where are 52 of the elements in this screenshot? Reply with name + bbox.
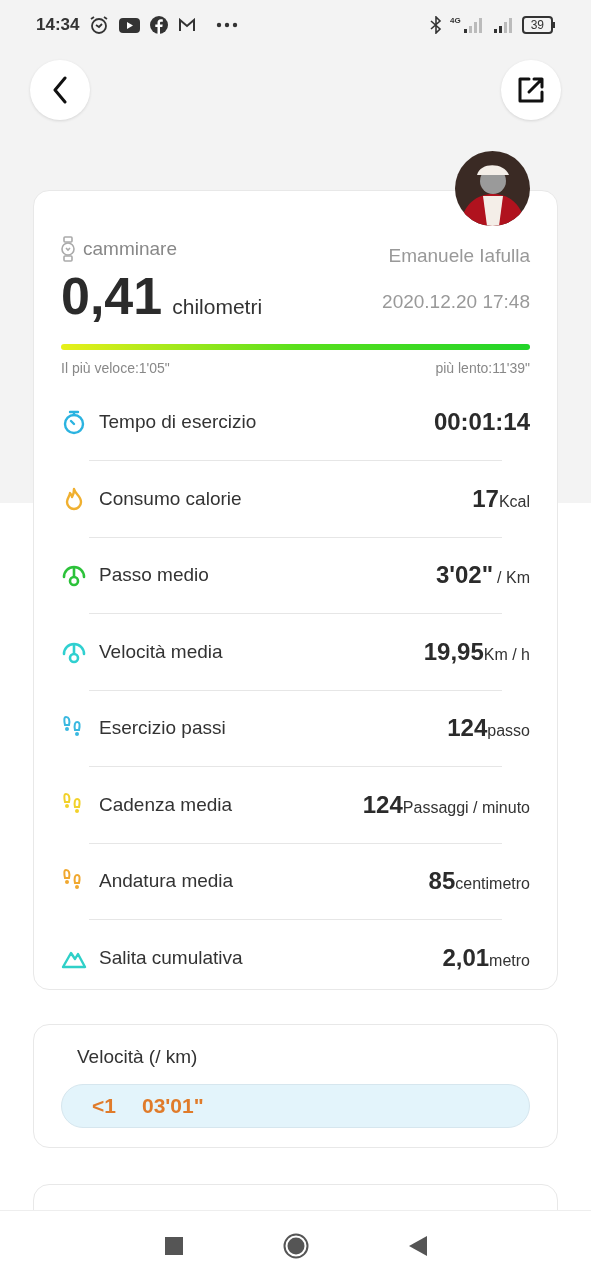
watch-icon [61,236,75,263]
split-pace: 03'01" [141,1092,204,1119]
metric-unit: metro [489,951,530,969]
back-button[interactable] [30,60,90,120]
signal-icon [461,17,484,33]
metric-value: 124 [362,789,403,820]
back-icon [52,76,68,104]
user-name: Emanuele Iafulla [388,243,530,268]
distance-value: 0,41 [61,267,163,324]
slowest-pace: più lento:11'39" [435,358,530,378]
metric-value: 2,01 [442,942,490,973]
battery-level: 39 [521,16,553,34]
back-nav-icon[interactable] [408,1235,427,1256]
metric-unit: Kcal [498,491,530,512]
metric-label: Esercizio passi [99,716,226,740]
recents-icon[interactable] [164,1236,183,1255]
metric-label: Andatura media [99,869,234,893]
metric-unit: / Km [497,568,530,589]
metric-unit: centimetro [455,875,530,895]
social-f-icon [150,16,169,34]
network-type: 4G [449,17,461,25]
card-title: Velocità (/ km) [76,1045,199,1069]
metric-value: 17 [472,483,499,514]
more-icon [216,22,239,28]
home-icon[interactable] [282,1232,309,1259]
metric-unit: Km / h [483,644,530,665]
workout-datetime: 2020.12.20 17:48 [382,290,530,314]
fastest-pace: Il più veloce:1'05" [61,358,170,378]
metric-value: 85 [428,866,456,897]
share-button[interactable] [501,60,561,120]
metric-value: 3'02" [435,560,494,591]
metric-value: 124 [447,713,488,744]
distance-unit: chilometri [172,293,263,320]
status-time: 14:34 [36,14,80,37]
signal-icon [491,17,514,33]
metric-value: 00:01:14 [433,407,530,438]
metric-unit: passo [487,722,530,742]
metric-unit: Passaggi / minuto [402,798,530,818]
video-play-icon [119,17,141,33]
mail-icon [178,18,197,32]
alarm-icon [89,15,110,35]
metric-label: Tempo di esercizio [99,410,257,434]
activity-type: camminare [83,237,177,261]
metric-label: Velocità media [99,639,223,664]
split-km: <1 [92,1092,116,1119]
bluetooth-icon [429,16,442,34]
metric-label: Salita cumulativa [99,945,243,970]
metric-label: Cadenza media [99,792,233,817]
share-icon [517,76,545,104]
metric-label: Consumo calorie [99,486,242,511]
metric-value: 19,95 [423,636,484,667]
metric-label: Passo medio [99,563,209,587]
